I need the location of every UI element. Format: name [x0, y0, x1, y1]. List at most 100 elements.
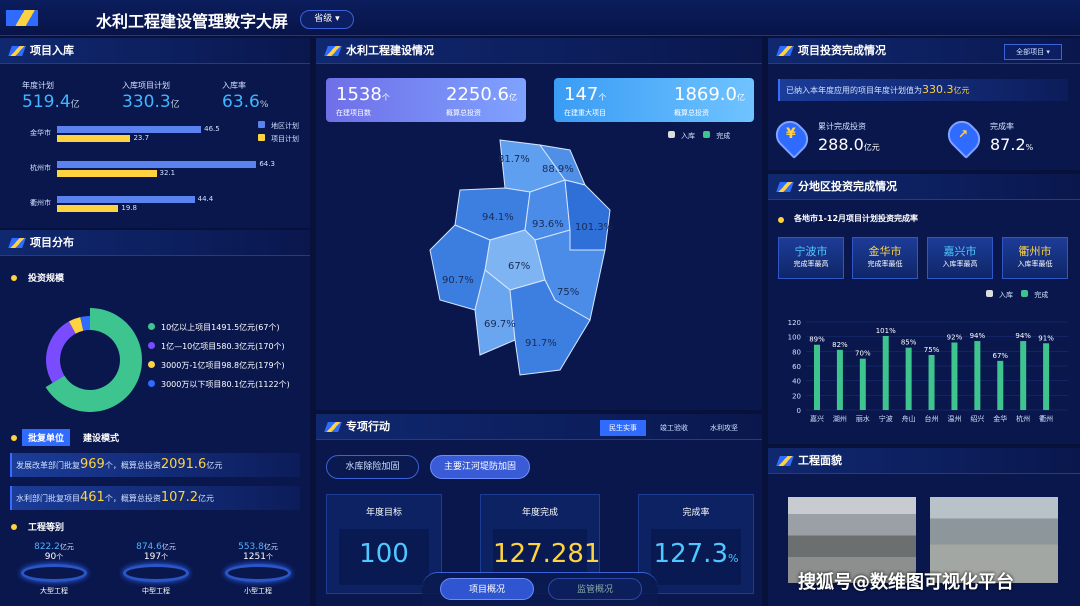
- donut-legend-item: 10亿以上项目1491.5亿元(67个): [148, 322, 290, 333]
- legend-a: 地区计划: [258, 121, 299, 131]
- bar-value: 44.4: [197, 195, 214, 203]
- approval-row: 发展改革部门批复969个，概算总投资2091.6亿元: [10, 453, 300, 477]
- zhejiang-map: 81.7% 88.9% 94.1% 93.6% 101.3% 67% 90.7%…: [429, 139, 613, 376]
- bar-value: 46.5: [204, 125, 220, 133]
- grade-large: 822.2亿元 90个 大型工程: [14, 542, 94, 596]
- y-tick: 120: [788, 319, 801, 327]
- bar-label: 94%: [970, 332, 986, 340]
- bar: [951, 342, 958, 410]
- bar: [882, 335, 889, 410]
- map-label: 69.7%: [484, 319, 516, 330]
- tab-jungong[interactable]: 竣工验收: [660, 423, 688, 433]
- y-tick: 60: [792, 363, 801, 371]
- city-card[interactable]: 衢州市 入库率最低: [1002, 237, 1068, 279]
- ring-icon: [225, 564, 291, 582]
- legend-b: 项目计划: [258, 134, 299, 144]
- invest-total: 288.0亿元: [818, 135, 880, 154]
- bar: [814, 344, 820, 410]
- bar-label: 85%: [901, 339, 917, 347]
- card-major: 147个 在建重大项目 1869.0亿 概算总投资: [554, 78, 754, 122]
- bar: [836, 349, 843, 410]
- bullet: [11, 524, 17, 530]
- y-tick: 0: [797, 407, 801, 415]
- panel-title: 工程面貌: [768, 448, 1080, 474]
- stat-label: 入库率: [222, 81, 246, 90]
- bar-value: 64.3: [259, 160, 275, 168]
- panel-title: 项目入库: [0, 38, 310, 64]
- panel-title: 专项行动: [316, 414, 762, 440]
- bar-project-plan: [57, 170, 157, 177]
- invest-rate: 87.2%: [990, 135, 1034, 154]
- map-label: 67%: [508, 261, 530, 272]
- watermark: 搜狐号@数维图可视化平台: [798, 572, 1014, 593]
- x-tick: 台州: [925, 414, 939, 423]
- bar-region-plan: [57, 126, 202, 133]
- supervise-button[interactable]: 监管概况: [548, 578, 642, 600]
- y-tick: 40: [792, 378, 801, 386]
- bar-project-plan: [57, 205, 119, 212]
- bar-city: 杭州市: [30, 164, 51, 172]
- map-label: 90.7%: [442, 275, 474, 286]
- grade-small: 553.8亿元 1251个 小型工程: [218, 542, 298, 596]
- stat-label: 累计完成投资: [818, 122, 866, 131]
- y-tick: 100: [788, 334, 801, 342]
- overview-button[interactable]: 项目概况: [440, 578, 534, 600]
- tab-gongjian[interactable]: 水利攻坚: [710, 423, 738, 433]
- bar: [859, 358, 866, 410]
- region-bar-chart: 0 20 40 60 80 100 120 89% 嘉兴 82% 湖州 70% 丽水 101% 宁波 85% 舟…: [788, 319, 1068, 423]
- bar-label: 91%: [1038, 334, 1054, 342]
- panel-title: 分地区投资完成情况: [768, 174, 1080, 200]
- map-label: 75%: [557, 287, 579, 298]
- x-tick: 温州: [947, 414, 961, 423]
- reservoir-button[interactable]: 水库除险加固: [326, 455, 419, 479]
- x-tick: 湖州: [833, 414, 847, 423]
- grade-title: 工程等别: [28, 523, 65, 533]
- stat-label: 年度计划: [22, 81, 54, 90]
- bar-label: 70%: [855, 350, 871, 358]
- scope-select[interactable]: 省级 ▾: [300, 10, 354, 29]
- sub-title: 投资规模: [28, 274, 65, 284]
- donut-legend-item: 3000万-1亿项目98.8亿元(179个): [148, 360, 290, 371]
- donut-legend-item: 3000万以下项目80.1亿元(1122个): [148, 379, 290, 390]
- grade-medium: 874.6亿元 197个 中型工程: [116, 542, 196, 596]
- region-sub: 各地市1-12月项目计划投资完成率: [794, 214, 919, 223]
- legend-dot: [148, 361, 155, 368]
- bar: [1020, 341, 1027, 410]
- tab-mode[interactable]: 建设模式: [83, 431, 119, 444]
- city-card[interactable]: 宁波市 完成率最高: [778, 237, 844, 279]
- map-label: 101.3%: [575, 222, 613, 233]
- x-tick: 绍兴: [970, 414, 984, 423]
- donut-slice: [45, 308, 142, 412]
- logo-icon: [6, 10, 38, 26]
- donut-slice: [46, 321, 76, 383]
- city-card[interactable]: 金华市 完成率最低: [852, 237, 918, 279]
- bar: [905, 347, 912, 410]
- y-tick: 20: [792, 392, 801, 400]
- x-tick: 衢州: [1039, 414, 1053, 423]
- bar-value: 19.8: [121, 204, 137, 212]
- bullet: [778, 217, 784, 223]
- tab-approval[interactable]: 批复单位: [22, 429, 71, 446]
- ring-icon: [21, 564, 87, 582]
- map-label: 81.7%: [498, 154, 530, 165]
- approval-row: 水利部门批复项目461个，概算总投资107.2亿元: [10, 486, 300, 510]
- donut-legend: 10亿以上项目1491.5亿元(67个) 1亿—10亿项目580.3亿元(170个…: [148, 322, 290, 398]
- levee-button[interactable]: 主要江河堤防加固: [430, 455, 530, 479]
- page-title: 水利工程建设管理数字大屏: [96, 12, 289, 31]
- x-tick: 杭州: [1016, 414, 1030, 423]
- project-filter[interactable]: 全部项目 ▾: [1004, 44, 1062, 60]
- tab-minsheng[interactable]: 民生实事: [600, 420, 646, 436]
- bar: [974, 341, 981, 410]
- map-legend: 入库 完成: [668, 131, 730, 141]
- bar-label: 94%: [1015, 332, 1031, 340]
- x-tick: 宁波: [879, 414, 893, 423]
- bar-label: 82%: [832, 341, 848, 349]
- donut-chart: [45, 308, 142, 412]
- stat-label: 入库项目计划: [122, 81, 170, 90]
- stat-ruku: 330.3亿: [122, 92, 180, 112]
- map-label: 94.1%: [482, 212, 514, 223]
- x-tick: 舟山: [902, 414, 916, 423]
- trend-glyph: ↗: [958, 127, 969, 141]
- city-card[interactable]: 嘉兴市 入库率最高: [927, 237, 993, 279]
- bar-project-plan: [57, 135, 131, 142]
